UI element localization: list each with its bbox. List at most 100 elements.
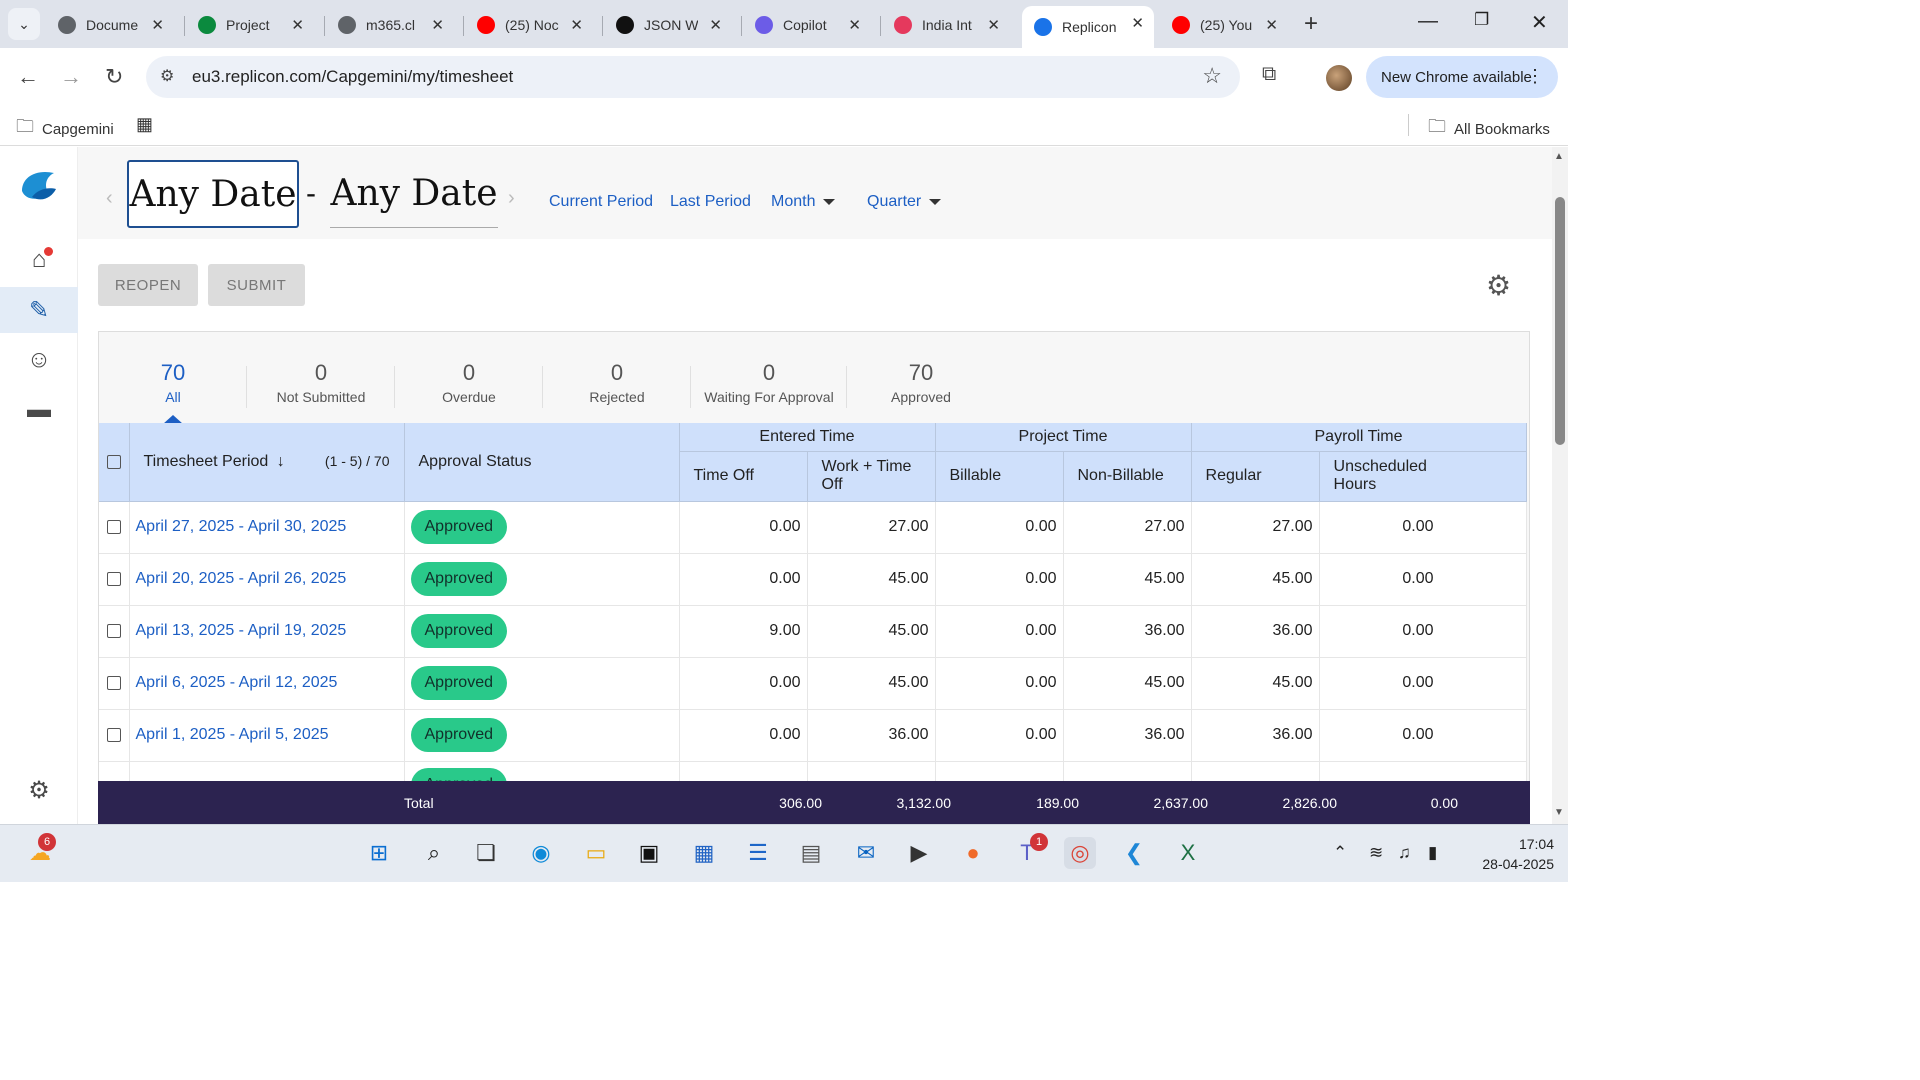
browser-tab[interactable]: Project ✕ (186, 8, 314, 42)
date-from-field[interactable]: Any Date (127, 160, 299, 228)
unscheduled-hours-header[interactable]: Unscheduled Hours (1319, 451, 1527, 502)
apps-grid-icon[interactable]: ▦ (136, 114, 153, 135)
current-period-link[interactable]: Current Period (549, 193, 653, 211)
system-clock[interactable]: 17:04 28-04-2025 (1462, 834, 1554, 874)
work-time-off-header[interactable]: Work + Time Off (807, 451, 936, 502)
summary-approved[interactable]: 70 Approved (861, 360, 981, 405)
reopen-button[interactable]: REOPEN (98, 264, 198, 306)
sort-down-icon[interactable]: ↓ (277, 453, 285, 470)
scroll-down-icon[interactable]: ▼ (1554, 807, 1564, 818)
submit-button[interactable]: SUBMIT (208, 264, 305, 306)
volume-icon[interactable]: ♫ (1398, 843, 1411, 863)
browser-tab[interactable]: Copilot ✕ (743, 8, 871, 42)
calculator-icon[interactable]: ▤ (795, 837, 827, 869)
close-tab-icon[interactable]: ✕ (1265, 16, 1278, 34)
approvals-icon[interactable]: ☺ (0, 337, 78, 383)
search-icon[interactable]: ⌕ (418, 837, 450, 869)
bookmark-star-icon[interactable]: ☆ (1202, 63, 1222, 89)
settings-gear-icon[interactable]: ⚙ (0, 767, 78, 813)
settings-gear-icon[interactable]: ⚙ (1486, 269, 1511, 302)
notepad-icon[interactable]: ☰ (742, 837, 774, 869)
regular-header[interactable]: Regular (1191, 451, 1320, 502)
extensions-icon[interactable]: ⧉ (1262, 63, 1276, 86)
file-explorer-icon[interactable]: ▭ (580, 837, 612, 869)
close-tab-icon[interactable]: ✕ (987, 16, 1000, 34)
timesheet-period-link[interactable]: April 13, 2025 - April 19, 2025 (130, 622, 347, 639)
close-tab-icon[interactable]: ✕ (291, 16, 304, 34)
close-tab-icon[interactable]: ✕ (431, 16, 444, 34)
close-tab-icon[interactable]: ✕ (709, 16, 722, 34)
row-checkbox[interactable] (106, 572, 121, 586)
row-checkbox[interactable] (106, 728, 121, 742)
approval-status-header[interactable]: Approval Status (404, 423, 680, 502)
edge-icon[interactable]: ◉ (525, 837, 557, 869)
browser-tab[interactable]: Docume ✕ (46, 8, 174, 42)
timesheet-period-link[interactable]: April 27, 2025 - April 30, 2025 (130, 518, 347, 535)
previous-period-icon[interactable]: ‹ (106, 187, 113, 210)
start-icon[interactable]: ⊞ (363, 837, 395, 869)
scroll-up-icon[interactable]: ▲ (1554, 151, 1564, 162)
row-checkbox[interactable] (106, 624, 121, 638)
time-off-header[interactable]: Time Off (679, 451, 808, 502)
url-text[interactable]: eu3.replicon.com/Capgemini/my/timesheet (192, 67, 513, 87)
reload-icon[interactable]: ↻ (105, 64, 123, 90)
tray-chevron-icon[interactable]: ⌃ (1333, 843, 1347, 863)
close-tab-icon[interactable]: ✕ (848, 16, 861, 34)
row-checkbox[interactable] (106, 676, 121, 690)
battery-icon[interactable]: ▮ (1428, 843, 1437, 863)
site-info-icon[interactable]: ⚙ (160, 66, 174, 86)
non-billable-header[interactable]: Non-Billable (1063, 451, 1192, 502)
outlook-icon[interactable]: ✉ (850, 837, 882, 869)
task-view-icon[interactable]: ❏ (470, 837, 502, 869)
timesheet-icon[interactable]: ✎ (0, 287, 78, 333)
vscode-icon[interactable]: ❮ (1118, 837, 1150, 869)
date-to-field[interactable]: Any Date (330, 160, 498, 228)
month-dropdown[interactable]: Month (771, 193, 836, 211)
summary-all[interactable]: 70 All (123, 360, 223, 405)
summary-not-submitted[interactable]: 0 Not Submitted (261, 360, 381, 405)
close-window-icon[interactable]: ✕ (1531, 10, 1548, 35)
last-period-link[interactable]: Last Period (670, 193, 751, 211)
folder-icon[interactable]: ▬ (0, 387, 78, 433)
home-icon[interactable]: ⌂ (0, 237, 78, 283)
browser-tab[interactable]: (25) Noc ✕ (465, 8, 593, 42)
restore-icon[interactable]: ❐ (1474, 10, 1489, 30)
store-icon[interactable]: ▦ (688, 837, 720, 869)
summary-overdue[interactable]: 0 Overdue (409, 360, 529, 405)
browser-tab[interactable]: JSON W ✕ (604, 8, 732, 42)
close-tab-icon[interactable]: ✕ (1131, 14, 1144, 32)
wifi-icon[interactable]: ≋ (1369, 843, 1383, 863)
close-tab-icon[interactable]: ✕ (570, 16, 583, 34)
summary-waiting-for-approval[interactable]: 0 Waiting For Approval (695, 360, 843, 405)
menu-dots-icon[interactable]: ⋮ (1526, 66, 1544, 87)
page-scrollbar[interactable]: ▲ ▼ (1552, 147, 1568, 824)
next-period-icon[interactable]: › (508, 187, 515, 210)
scrollbar-thumb[interactable] (1555, 197, 1565, 445)
close-tab-icon[interactable]: ✕ (151, 16, 164, 34)
all-bookmarks-button[interactable]: 🗀 All Bookmarks (1428, 114, 1550, 144)
browser-tab[interactable]: Replicon ✕ (1022, 6, 1154, 48)
capgemini-logo[interactable] (18, 167, 60, 203)
quarter-dropdown[interactable]: Quarter (867, 193, 942, 211)
back-icon[interactable]: ← (17, 64, 39, 90)
billable-header[interactable]: Billable (935, 451, 1064, 502)
browser-tab[interactable]: India Int ✕ (882, 8, 1010, 42)
browser-tab[interactable]: m365.cl ✕ (326, 8, 454, 42)
postman-icon[interactable]: ● (957, 837, 989, 869)
new-tab-button[interactable]: + (1304, 10, 1318, 38)
address-bar[interactable]: ⚙ eu3.replicon.com/Capgemini/my/timeshee… (146, 56, 1240, 98)
profile-avatar[interactable] (1326, 65, 1352, 91)
chrome-icon[interactable]: ◎ (1064, 837, 1096, 869)
update-chrome-button[interactable]: New Chrome available ⋮ (1366, 56, 1558, 98)
timesheet-period-link[interactable]: April 1, 2025 - April 5, 2025 (130, 726, 329, 743)
select-all-checkbox[interactable] (106, 454, 121, 469)
summary-rejected[interactable]: 0 Rejected (557, 360, 677, 405)
timesheet-period-link[interactable]: April 6, 2025 - April 12, 2025 (130, 674, 338, 691)
forward-icon[interactable]: → (60, 64, 82, 90)
timesheet-period-header[interactable]: Timesheet Period ↓ (1 - 5) / 70 (129, 423, 405, 502)
row-checkbox[interactable] (106, 520, 121, 534)
minimize-icon[interactable]: — (1418, 10, 1438, 33)
command-prompt-icon[interactable]: ▶ (903, 837, 935, 869)
browser-tab[interactable]: (25) You ✕ (1160, 8, 1288, 42)
tab-search-button[interactable]: ⌄ (8, 8, 40, 40)
